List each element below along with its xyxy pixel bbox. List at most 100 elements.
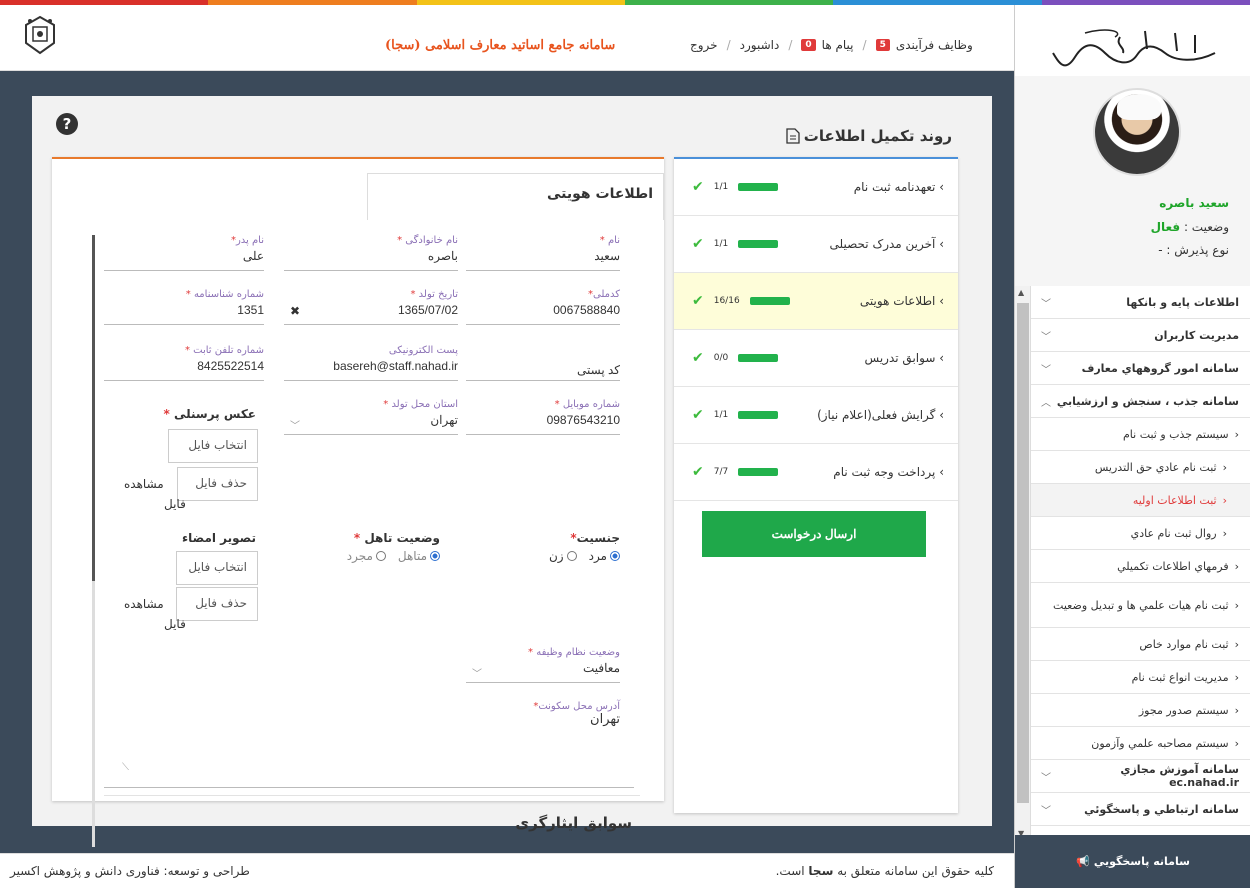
dashboard-link[interactable]: داشبورد	[740, 38, 780, 52]
marital-single-option[interactable]: مجرد	[347, 549, 386, 563]
sidebar-subitem-normal-registration[interactable]: ‹ ثبت نام عادي حق التدريس	[1031, 451, 1250, 484]
messages-link[interactable]: پیام ها	[822, 38, 854, 52]
gender-label-text: جنسیت	[576, 531, 620, 545]
military-status-select[interactable]: وضعیت نظام وظیفه * معافیت ﹀	[466, 647, 620, 683]
process-step[interactable]: ✔ 0/0 › سوابق تدریس	[674, 330, 958, 387]
admission-type: نوع پذیرش : -	[1158, 243, 1229, 257]
chevron-left-icon: ‹	[1222, 526, 1227, 540]
tasks-link[interactable]: وظایف فرآیندی	[896, 38, 973, 52]
birth-date-field[interactable]: تاریخ تولد * 1365/07/02 ✖	[284, 289, 458, 325]
menu-label: روال ثبت نام عادي	[1130, 526, 1217, 540]
logo-icon	[25, 15, 55, 55]
process-step[interactable]: ✔ 1/1 › آخرین مدرک تحصیلی	[674, 216, 958, 273]
sidebar-scrollbar-thumb[interactable]	[1017, 303, 1029, 803]
signature-file-link[interactable]: فایل	[164, 617, 186, 631]
step-label-text: گرایش فعلی(اعلام نیاز)	[817, 408, 936, 422]
sidebar-subitem-initial-info[interactable]: ‹ ثبت اطلاعات اوليه	[1031, 484, 1250, 517]
menu-label: ثبت نام موارد خاص	[1139, 637, 1229, 651]
radio-selected[interactable]	[430, 551, 440, 561]
sidebar-subitem-faculty-registration[interactable]: ‹ ثبت نام هيات علمي ها و تبديل وضعيت	[1031, 583, 1250, 628]
marital-married-option[interactable]: متاهل	[398, 549, 440, 563]
check-icon: ✔	[692, 236, 704, 252]
photo-choose-file-button[interactable]: انتخاب فایل	[168, 429, 258, 463]
copyright-prefix: کلیه حقوق این سامانه متعلق به	[837, 864, 994, 878]
birth-province-select[interactable]: استان محل تولد * تهران ﹀	[284, 399, 458, 435]
sidebar-item-communication[interactable]: سامانه ارتباطي و پاسخگوئي ﹀	[1031, 793, 1250, 826]
marital-single-label: مجرد	[346, 549, 373, 563]
last-name-field[interactable]: نام خانوادگی * باصره	[284, 235, 458, 271]
identity-form-card: اطلاعات هویتی ? نام * سعید نام خانوادگی …	[52, 113, 664, 847]
help-icon[interactable]: ?	[56, 113, 78, 135]
menu-label: اطلاعات پایه و بانکها	[1126, 295, 1239, 309]
step-label: › اطلاعات هویتی	[860, 294, 944, 308]
radio-unselected[interactable]	[566, 551, 577, 561]
sidebar-subitem-complementary-forms[interactable]: ‹ فرمهاي اطلاعات تكميلي	[1031, 550, 1250, 583]
id-number-field[interactable]: شماره شناسنامه * 1351	[104, 289, 264, 325]
photo-file-link[interactable]: فایل	[164, 497, 186, 511]
process-step[interactable]: ✔ 1/1 › تعهدنامه ثبت نام	[674, 159, 958, 216]
avatar[interactable]	[1093, 88, 1181, 176]
sidebar-item-base-info[interactable]: اطلاعات پایه و بانکها ﹀	[1031, 286, 1250, 319]
tasks-count-badge: 5	[875, 39, 890, 51]
sidebar-item-virtual-education[interactable]: سامانه آموزش مجازي ec.nahad.ir ﹀	[1031, 760, 1250, 793]
megaphone-icon: 📢	[1076, 855, 1090, 868]
sidebar-item-users[interactable]: مدیریت کاربران ﹀	[1031, 319, 1250, 352]
phone-field[interactable]: شماره تلفن ثابت * 8425522514	[104, 345, 264, 381]
photo-view-link[interactable]: مشاهده	[124, 477, 164, 491]
form-scrollbar-thumb[interactable]	[92, 235, 95, 581]
email-field[interactable]: پست الکترونیکی basereh@staff.nahad.ir	[284, 345, 458, 381]
chevron-down-icon: ﹀	[1041, 331, 1051, 343]
sidebar-item-groups[interactable]: سامانه امور گروههاي معارف ﹀	[1031, 352, 1250, 385]
support-system-button[interactable]: سامانه پاسخگويي 📢	[1015, 835, 1250, 888]
signature-view-link[interactable]: مشاهده	[124, 597, 164, 611]
menu-label: سامانه جذب ، سنجش و ارزشيابي	[1056, 394, 1239, 408]
sidebar-item-recruitment[interactable]: سامانه جذب ، سنجش و ارزشيابي ︿	[1031, 385, 1250, 418]
step-progress: ✔ 1/1	[692, 179, 779, 195]
birth-province-label: استان محل تولد	[391, 399, 458, 410]
birth-province-value: تهران	[430, 413, 458, 427]
clear-date-icon[interactable]: ✖	[290, 304, 300, 318]
chevron-left-icon: ‹	[1234, 559, 1239, 573]
postal-code-field[interactable]: کد پستی	[466, 345, 620, 381]
first-name-field[interactable]: نام * سعید	[466, 235, 620, 271]
radio-selected[interactable]	[610, 551, 620, 561]
chevron-right-icon: ›	[935, 237, 944, 251]
sidebar-subitem-interview-system[interactable]: ‹ سيستم مصاحبه علمي وآزمون	[1031, 727, 1250, 760]
process-step[interactable]: ✔ 16/16 › اطلاعات هویتی	[674, 273, 958, 330]
bismillah-calligraphy	[1052, 29, 1216, 67]
sidebar-subitem-registration-system[interactable]: ‹ سيستم جذب و ثبت نام	[1031, 418, 1250, 451]
check-icon: ✔	[692, 179, 704, 195]
chevron-right-icon: ›	[935, 180, 944, 194]
address-textarea-border	[104, 786, 634, 788]
signature-choose-file-button[interactable]: انتخاب فایل	[176, 551, 258, 585]
chevron-down-icon: ﹀	[1041, 298, 1051, 310]
sidebar-subitem-registration-process[interactable]: ‹ روال ثبت نام عادي	[1031, 517, 1250, 550]
national-code-field[interactable]: کدملی* 0067588840	[466, 289, 620, 325]
father-name-field[interactable]: نام پدر* علی	[104, 235, 264, 271]
resize-handle-icon[interactable]: ⟍	[122, 762, 129, 773]
scroll-up-icon[interactable]: ▲	[1018, 288, 1024, 297]
mobile-field[interactable]: شماره موبایل * 09876543210	[466, 399, 620, 435]
gender-female-option[interactable]: زن	[549, 549, 577, 563]
step-ratio: 16/16	[713, 296, 740, 306]
radio-unselected[interactable]	[375, 551, 386, 561]
gender-male-option[interactable]: مرد	[589, 549, 620, 563]
photo-delete-file-button[interactable]: حذف فایل	[177, 467, 258, 501]
sidebar-subitem-registration-types[interactable]: ‹ مديريت انواع ثبت نام	[1031, 661, 1250, 694]
mobile-label: شماره موبایل	[562, 399, 620, 410]
address-field[interactable]: آدرس محل سکونت* تهران	[533, 701, 620, 727]
signature-delete-file-button[interactable]: حذف فایل	[176, 587, 258, 621]
tab-identity-info[interactable]: اطلاعات هویتی	[367, 173, 664, 220]
father-name-label: نام پدر	[235, 235, 264, 246]
process-step[interactable]: ✔ 1/1 › گرایش فعلی(اعلام نیاز)	[674, 387, 958, 444]
sidebar-subitem-special-cases[interactable]: ‹ ثبت نام موارد خاص	[1031, 628, 1250, 661]
section-divider	[104, 795, 640, 796]
chevron-up-icon: ︿	[1041, 397, 1051, 409]
submit-request-button[interactable]: ارسال درخواست	[702, 511, 926, 557]
profile-name[interactable]: سعید باصره	[1159, 196, 1229, 210]
logout-link[interactable]: خروج	[690, 38, 718, 52]
process-step[interactable]: ✔ 7/7 › پرداخت وجه ثبت نام	[674, 444, 958, 501]
step-label: › پرداخت وجه ثبت نام	[833, 465, 944, 479]
menu-label: ثبت نام عادي حق التدريس	[1094, 460, 1217, 474]
sidebar-subitem-permit-system[interactable]: ‹ سيستم صدور مجوز	[1031, 694, 1250, 727]
